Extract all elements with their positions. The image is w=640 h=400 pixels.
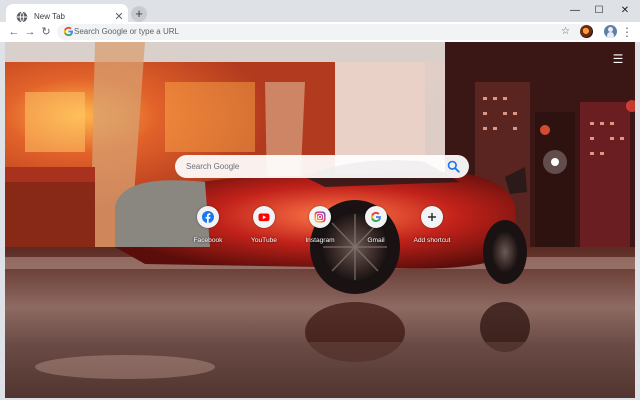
profile-avatar[interactable] bbox=[604, 25, 617, 38]
reload-icon[interactable]: ↻ bbox=[38, 24, 54, 40]
new-tab-button[interactable]: + bbox=[131, 6, 147, 22]
shortcut-icon-circle bbox=[253, 206, 275, 228]
shortcut-gmail[interactable]: Gmail bbox=[348, 206, 404, 248]
ntp-search-box[interactable]: Search Google bbox=[175, 155, 469, 178]
shortcut-label: Add shortcut bbox=[413, 237, 451, 244]
google-icon bbox=[63, 26, 73, 37]
new-tab-page: ☰ Search Google Facebook YouTube Instagr… bbox=[5, 42, 635, 398]
shortcut-icon-circle bbox=[421, 206, 443, 228]
menu-icon[interactable]: ⋮ bbox=[620, 24, 634, 40]
shortcut-add[interactable]: Add shortcut bbox=[404, 206, 460, 248]
shortcut-icon-circle bbox=[197, 206, 219, 228]
bookmark-star-icon[interactable]: ☆ bbox=[561, 24, 570, 40]
maximize-icon[interactable]: ☐ bbox=[588, 2, 610, 22]
instagram-icon bbox=[314, 211, 326, 223]
shortcut-instagram[interactable]: Instagram bbox=[292, 206, 348, 248]
toolbar: ← → ↻ Search Google or type a URL ☆ ⋮ bbox=[0, 22, 640, 42]
youtube-icon bbox=[258, 213, 270, 222]
shortcut-icon-circle bbox=[309, 206, 331, 228]
shortcut-icon-circle bbox=[365, 206, 387, 228]
extension-icon[interactable] bbox=[580, 25, 593, 38]
plus-icon bbox=[428, 213, 436, 221]
minimize-icon[interactable]: — bbox=[564, 2, 586, 22]
forward-icon[interactable]: → bbox=[22, 24, 38, 40]
shortcut-facebook[interactable]: Facebook bbox=[180, 206, 236, 248]
back-icon[interactable]: ← bbox=[6, 24, 22, 40]
omnibox-placeholder: Search Google or type a URL bbox=[74, 27, 179, 36]
facebook-icon bbox=[202, 211, 214, 223]
google-icon bbox=[370, 211, 381, 222]
omnibox[interactable]: Search Google or type a URL ☆ bbox=[57, 24, 593, 40]
customize-menu-icon[interactable]: ☰ bbox=[609, 50, 627, 68]
search-placeholder: Search Google bbox=[186, 162, 240, 171]
shortcut-youtube[interactable]: YouTube bbox=[236, 206, 292, 248]
search-icon[interactable] bbox=[447, 160, 460, 173]
close-window-icon[interactable]: ✕ bbox=[614, 2, 636, 22]
